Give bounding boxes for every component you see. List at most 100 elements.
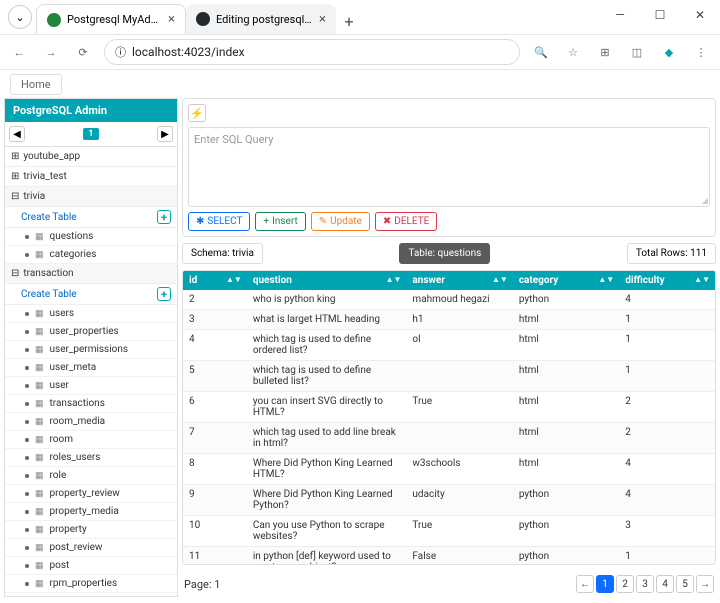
cell: True <box>406 516 512 547</box>
maximize-button[interactable]: ☐ <box>640 0 680 30</box>
breadcrumb-home[interactable]: Home <box>10 74 62 95</box>
db-indicator: 1 <box>29 128 153 140</box>
sql-button-row: ✱ SELECT + Insert ✎ Update ✖ DELETE <box>188 212 710 231</box>
run-query-button[interactable]: ⚡ <box>188 104 206 122</box>
new-tab-button[interactable]: + <box>336 8 362 34</box>
table-item[interactable]: ▦categories <box>5 246 177 264</box>
table-row[interactable]: 2who is python kingmahmoud hegazipython4 <box>183 290 715 310</box>
table-item[interactable]: ▦user_permissions <box>5 341 177 359</box>
page-next-button[interactable]: → <box>696 575 714 593</box>
col-question[interactable]: question▲▼ <box>247 271 407 290</box>
db-trivia-test[interactable]: ⊞ trivia_test <box>5 167 177 187</box>
table-name: room_media <box>50 416 106 427</box>
cell <box>406 423 512 454</box>
table-row[interactable]: 11in python [def] keyword used to create… <box>183 547 715 566</box>
table-item[interactable]: ▦property <box>5 521 177 539</box>
table-item[interactable]: ▦room <box>5 431 177 449</box>
sort-icon: ▲▼ <box>694 275 710 284</box>
table-row[interactable]: 9Where Did Python King Learned Python?ud… <box>183 485 715 516</box>
table-item[interactable]: ▦user_properties <box>5 323 177 341</box>
app-icon[interactable]: ◆ <box>658 41 680 63</box>
table-name: questions <box>50 231 94 242</box>
cell: 9 <box>183 485 247 516</box>
close-button[interactable]: ✕ <box>680 0 720 30</box>
content-area: ⚡ Enter SQL Query◢ ✱ SELECT + Insert ✎ U… <box>182 98 716 597</box>
table-item[interactable]: ▦property_media <box>5 503 177 521</box>
forward-button[interactable]: → <box>40 41 62 63</box>
delete-button[interactable]: ✖ DELETE <box>375 212 437 231</box>
col-answer[interactable]: answer▲▼ <box>406 271 512 290</box>
table-item[interactable]: ▦role <box>5 467 177 485</box>
minimize-button[interactable]: — <box>600 0 640 30</box>
table-item[interactable]: ▦roles_users <box>5 449 177 467</box>
cell: 1 <box>619 330 715 361</box>
page-3-button[interactable]: 3 <box>636 575 654 593</box>
page-4-button[interactable]: 4 <box>656 575 674 593</box>
table-item[interactable]: ▦room_media <box>5 413 177 431</box>
db-transaction[interactable]: ⊟ transaction <box>5 264 177 284</box>
create-table-button[interactable]: Create Table+ <box>5 207 177 228</box>
table-row[interactable]: 5which tag is used to define bulleted li… <box>183 361 715 392</box>
bookmark-icon[interactable]: ☆ <box>562 41 584 63</box>
page-label: Page: 1 <box>184 578 220 591</box>
db-trivia[interactable]: ⊟ trivia <box>5 187 177 207</box>
db-youtube-app[interactable]: ⊞ youtube_app <box>5 147 177 167</box>
table-item[interactable]: ▦property_review <box>5 485 177 503</box>
data-grid[interactable]: id▲▼ question▲▼ answer▲▼ category▲▼ diff… <box>182 270 716 565</box>
table-row[interactable]: 8Where Did Python King Learned HTML?w3sc… <box>183 454 715 485</box>
col-difficulty[interactable]: difficulty▲▼ <box>619 271 715 290</box>
table-icon: ▦ <box>35 435 44 445</box>
col-id[interactable]: id▲▼ <box>183 271 247 290</box>
site-info-icon[interactable]: ⓘ <box>115 44 126 60</box>
browser-tab-2[interactable]: Editing postgresql-admin/REA… × <box>186 4 336 34</box>
reload-button[interactable]: ⟳ <box>72 41 94 63</box>
close-icon[interactable]: × <box>168 12 175 27</box>
table-item[interactable]: ▦ questions <box>5 228 177 246</box>
zoom-icon[interactable]: 🔍 <box>530 41 552 63</box>
cell: ol <box>406 330 512 361</box>
table-item[interactable]: ▦post_review <box>5 539 177 557</box>
table-item[interactable]: ▦transactions <box>5 395 177 413</box>
table-name: user_permissions <box>50 344 129 355</box>
next-db-button[interactable]: ▶ <box>157 126 173 142</box>
resize-handle[interactable]: ◢ <box>702 196 708 205</box>
address-bar[interactable]: ⓘ localhost:4023/index <box>104 39 520 65</box>
cell: 4 <box>183 330 247 361</box>
cell: python <box>513 516 619 547</box>
table-row[interactable]: 7which tag used to add line break in htm… <box>183 423 715 454</box>
back-button[interactable]: ← <box>8 41 30 63</box>
tab-search-icon[interactable]: ⌄ <box>8 5 32 29</box>
close-icon[interactable]: × <box>319 12 326 27</box>
cell: 7 <box>183 423 247 454</box>
table-item[interactable]: ▦post <box>5 557 177 575</box>
sql-textarea[interactable]: Enter SQL Query◢ <box>188 127 710 207</box>
cell: 4 <box>619 454 715 485</box>
menu-icon[interactable]: ⋮ <box>690 41 712 63</box>
breadcrumb: Home <box>0 70 720 98</box>
page-1-button[interactable]: 1 <box>596 575 614 593</box>
sidepanel-icon[interactable]: ◫ <box>626 41 648 63</box>
create-table-button[interactable]: Create Table+ <box>5 284 177 305</box>
prev-db-button[interactable]: ◀ <box>9 126 25 142</box>
table-name: roles_users <box>50 452 101 463</box>
table-item[interactable]: ▦user_meta <box>5 359 177 377</box>
table-item[interactable]: ▦rpm_properties <box>5 575 177 593</box>
page-2-button[interactable]: 2 <box>616 575 634 593</box>
col-category[interactable]: category▲▼ <box>513 271 619 290</box>
page-prev-button[interactable]: ← <box>576 575 594 593</box>
insert-button[interactable]: + Insert <box>255 212 305 231</box>
table-item[interactable]: ▦users <box>5 305 177 323</box>
table-item[interactable]: ▦user <box>5 377 177 395</box>
browser-tab-1[interactable]: Postgresql MyAdmin × <box>36 4 186 34</box>
page-5-button[interactable]: 5 <box>676 575 694 593</box>
table-row[interactable]: 3what is larget HTML headingh1html1 <box>183 310 715 330</box>
cell: 8 <box>183 454 247 485</box>
cell: udacity <box>406 485 512 516</box>
table-row[interactable]: 10Can you use Python to scrape websites?… <box>183 516 715 547</box>
table-icon: ▦ <box>35 232 44 242</box>
table-row[interactable]: 6you can insert SVG directly to HTML?Tru… <box>183 392 715 423</box>
table-row[interactable]: 4which tag is used to define ordered lis… <box>183 330 715 361</box>
extensions-icon[interactable]: ⊞ <box>594 41 616 63</box>
select-button[interactable]: ✱ SELECT <box>188 212 250 231</box>
update-button[interactable]: ✎ Update <box>311 212 370 231</box>
